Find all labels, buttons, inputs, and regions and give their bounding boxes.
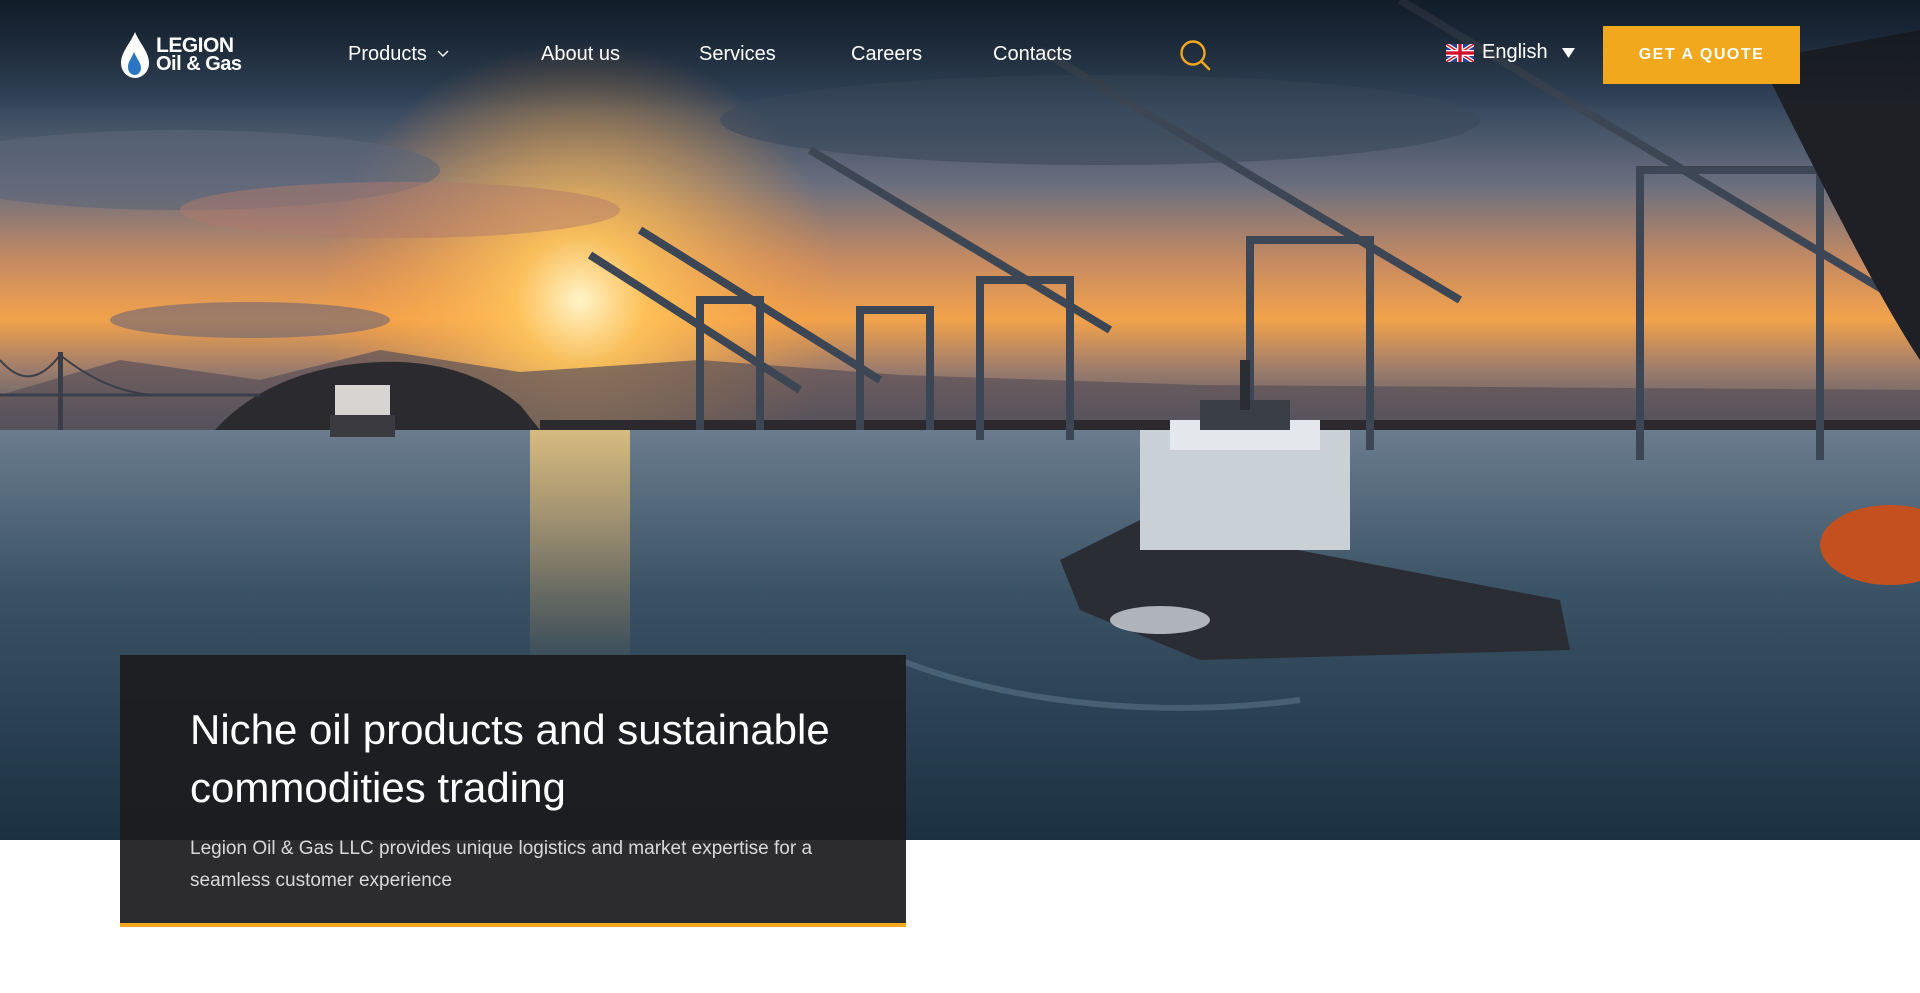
- hero-subtitle: Legion Oil & Gas LLC provides unique log…: [190, 838, 813, 891]
- logo-wordmark-line2: Oil & Gas: [156, 53, 242, 75]
- nav-item-about-us[interactable]: About us: [541, 43, 620, 66]
- nav-item-label: About us: [541, 43, 620, 65]
- language-label: English: [1482, 41, 1548, 63]
- nav-item-contacts[interactable]: Contacts: [993, 43, 1072, 66]
- caret-down-icon: [1561, 47, 1575, 58]
- language-selector[interactable]: English: [1446, 41, 1575, 64]
- nav-item-label: Contacts: [993, 43, 1072, 65]
- get-a-quote-button[interactable]: GET A QUOTE: [1603, 26, 1800, 84]
- nav-item-label: Services: [699, 43, 776, 65]
- nav-item-products[interactable]: Products: [348, 43, 449, 66]
- hero-title: Niche oil products and sustainable commo…: [190, 706, 830, 811]
- nav-item-services[interactable]: Services: [699, 43, 776, 66]
- hero-caption-card: Niche oil products and sustainable commo…: [120, 655, 906, 927]
- oil-drop-logo-icon: [121, 32, 149, 78]
- uk-flag-icon: [1446, 43, 1474, 62]
- nav-item-label: Products: [348, 43, 427, 65]
- nav-item-careers[interactable]: Careers: [851, 43, 922, 66]
- search-icon[interactable]: [1178, 38, 1212, 72]
- nav-item-label: Careers: [851, 43, 923, 65]
- top-navigation: LEGION Oil & Gas Products About us Servi…: [0, 0, 1920, 110]
- legion-logo[interactable]: LEGION Oil & Gas: [118, 28, 242, 82]
- chevron-down-icon: [437, 50, 449, 57]
